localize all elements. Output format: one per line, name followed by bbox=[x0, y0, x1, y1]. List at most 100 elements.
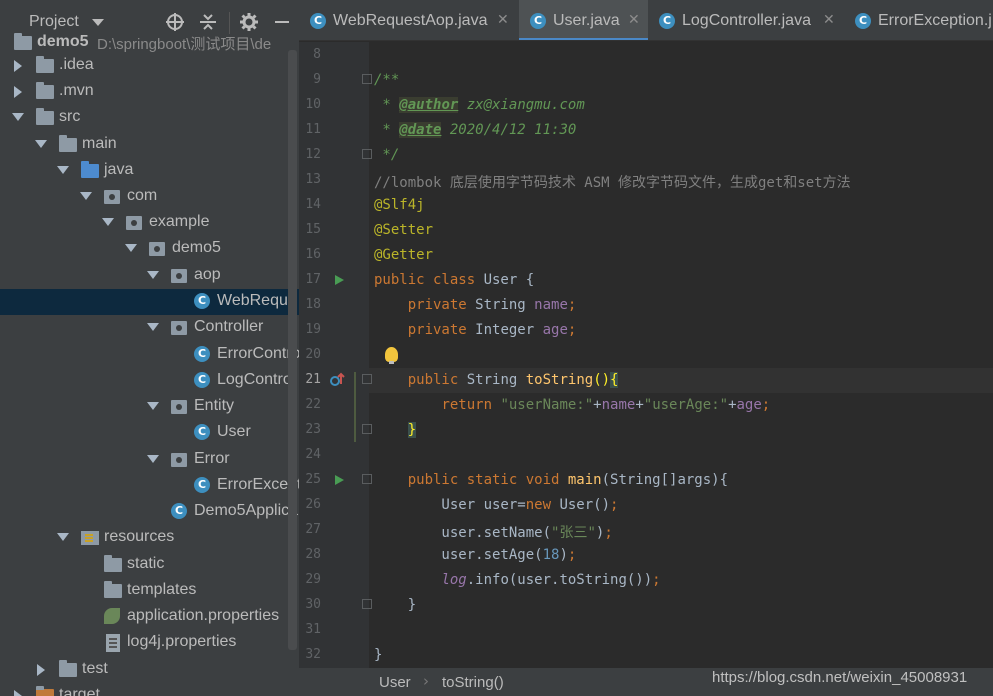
tree-item-errorcontroller[interactable]: C ErrorContro bbox=[0, 342, 299, 368]
tab-errorexception[interactable]: C ErrorException.j bbox=[844, 0, 993, 40]
fold-icon[interactable] bbox=[362, 74, 372, 84]
java-class-icon: C bbox=[855, 13, 871, 29]
tree-item-webrequestaop[interactable]: C WebReque bbox=[0, 289, 299, 315]
tree-item-label: .idea bbox=[59, 56, 94, 73]
string-literal: "userAge:" bbox=[643, 397, 729, 413]
line-number: 29 bbox=[305, 572, 321, 587]
tree-item-idea[interactable]: .idea bbox=[0, 53, 299, 79]
tree-item-error[interactable]: Error bbox=[0, 447, 299, 473]
tree-item-demo5[interactable]: demo5 bbox=[0, 236, 299, 262]
chevron-right-icon[interactable] bbox=[14, 86, 22, 98]
line-number: 30 bbox=[305, 597, 321, 612]
tree-item-entity[interactable]: Entity bbox=[0, 394, 299, 420]
tree-item-resources[interactable]: resources bbox=[0, 525, 299, 551]
tree-item-java[interactable]: java bbox=[0, 158, 299, 184]
tree-item-example[interactable]: example bbox=[0, 210, 299, 236]
tree-item-static[interactable]: static bbox=[0, 552, 299, 578]
chevron-down-icon[interactable] bbox=[57, 533, 69, 541]
tree-item-logcontroller[interactable]: C LogControl bbox=[0, 368, 299, 394]
tree-item-target[interactable]: target bbox=[0, 683, 299, 696]
java-class-icon: C bbox=[659, 13, 675, 29]
chevron-down-icon bbox=[92, 19, 104, 26]
fold-icon[interactable] bbox=[362, 374, 372, 384]
folder-icon bbox=[59, 135, 77, 152]
line-number: 17 bbox=[305, 272, 321, 287]
line-number: 21 bbox=[305, 372, 321, 387]
tab-webrequestaop[interactable]: C WebRequestAop.java ✕ bbox=[299, 0, 519, 40]
fold-icon[interactable] bbox=[362, 424, 372, 434]
tree-item-com[interactable]: com bbox=[0, 184, 299, 210]
tree-item-application-properties[interactable]: application.properties bbox=[0, 604, 299, 630]
line-number: 19 bbox=[305, 322, 321, 337]
line-number: 23 bbox=[305, 422, 321, 437]
annotation-setter: @Setter bbox=[374, 222, 434, 238]
close-icon[interactable]: ✕ bbox=[497, 12, 509, 28]
editor-tab-bar: C WebRequestAop.java ✕ C User.java ✕ C L… bbox=[299, 0, 993, 41]
line-number: 8 bbox=[313, 47, 321, 62]
java-class-icon: C bbox=[194, 293, 210, 309]
tree-item-log4j-properties[interactable]: log4j.properties bbox=[0, 630, 299, 656]
gear-icon[interactable] bbox=[239, 12, 259, 32]
fold-icon[interactable] bbox=[362, 149, 372, 159]
tab-label: User.java bbox=[553, 12, 620, 29]
vcs-change-marker bbox=[354, 372, 356, 442]
tree-item-label: .mvn bbox=[59, 82, 94, 99]
breadcrumb-class[interactable]: User bbox=[379, 674, 411, 691]
run-icon[interactable] bbox=[335, 475, 344, 485]
tree-item-label: Controller bbox=[194, 318, 264, 335]
tree-item-test[interactable]: test bbox=[0, 657, 299, 683]
java-class-icon: C bbox=[194, 346, 210, 362]
chevron-down-icon[interactable] bbox=[147, 455, 159, 463]
line-number: 10 bbox=[305, 97, 321, 112]
minimize-icon[interactable] bbox=[272, 12, 292, 32]
chevron-right-icon[interactable] bbox=[14, 60, 22, 72]
tree-item-errorexception[interactable]: C ErrorExcept bbox=[0, 473, 299, 499]
line-number: 14 bbox=[305, 197, 321, 212]
locate-target-icon[interactable] bbox=[165, 12, 185, 32]
close-icon[interactable]: ✕ bbox=[823, 12, 835, 28]
line-number: 32 bbox=[305, 647, 321, 662]
chevron-down-icon[interactable] bbox=[12, 113, 24, 121]
close-icon[interactable]: ✕ bbox=[628, 12, 640, 28]
chevron-right-icon[interactable] bbox=[14, 690, 22, 696]
java-class-icon: C bbox=[194, 372, 210, 388]
code-editor[interactable]: 8 9 10 11 12 13 14 15 16 17 18 19 20 21 22 23 24 25 26 27 28… bbox=[299, 42, 993, 668]
tree-item-label: ErrorContro bbox=[217, 345, 299, 362]
chevron-down-icon[interactable] bbox=[147, 402, 159, 410]
tree-item-demo5application[interactable]: C Demo5Applica bbox=[0, 499, 299, 525]
tree-item-main[interactable]: main bbox=[0, 132, 299, 158]
tree-item-mvn[interactable]: .mvn bbox=[0, 79, 299, 105]
tree-item-templates[interactable]: templates bbox=[0, 578, 299, 604]
collapse-all-icon[interactable] bbox=[198, 12, 218, 32]
tab-logcontroller[interactable]: C LogController.java ✕ bbox=[648, 0, 844, 40]
run-icon[interactable] bbox=[335, 275, 344, 285]
chevron-down-icon[interactable] bbox=[35, 140, 47, 148]
tree-item-label: User bbox=[217, 423, 251, 440]
tab-user[interactable]: C User.java ✕ bbox=[519, 0, 648, 40]
package-icon bbox=[171, 400, 187, 414]
chevron-down-icon[interactable] bbox=[147, 323, 159, 331]
tree-item-controller[interactable]: Controller bbox=[0, 315, 299, 341]
lightbulb-icon[interactable] bbox=[385, 347, 398, 364]
chevron-right-icon[interactable] bbox=[37, 664, 45, 676]
tree-item-src[interactable]: src bbox=[0, 105, 299, 131]
folder-icon bbox=[36, 108, 54, 125]
chevron-down-icon[interactable] bbox=[147, 271, 159, 279]
chevron-down-icon[interactable] bbox=[80, 192, 92, 200]
chevron-down-icon[interactable] bbox=[125, 244, 137, 252]
tree-item-aop[interactable]: aop bbox=[0, 263, 299, 289]
tree-item-label: test bbox=[82, 660, 108, 677]
tree-item-label: demo5 bbox=[37, 33, 89, 50]
override-method-icon[interactable] bbox=[329, 372, 345, 388]
chevron-down-icon[interactable] bbox=[102, 218, 114, 226]
tree-item-label: templates bbox=[127, 581, 197, 598]
tree-item-label: src bbox=[59, 108, 81, 125]
tree-item-label: target bbox=[59, 686, 100, 696]
tree-item-label: resources bbox=[104, 528, 175, 545]
project-scrollbar[interactable] bbox=[288, 50, 297, 650]
fold-icon[interactable] bbox=[362, 474, 372, 484]
breadcrumb-method[interactable]: toString() bbox=[442, 674, 504, 691]
tree-item-user[interactable]: C User bbox=[0, 420, 299, 446]
fold-icon[interactable] bbox=[362, 599, 372, 609]
chevron-down-icon[interactable] bbox=[57, 166, 69, 174]
